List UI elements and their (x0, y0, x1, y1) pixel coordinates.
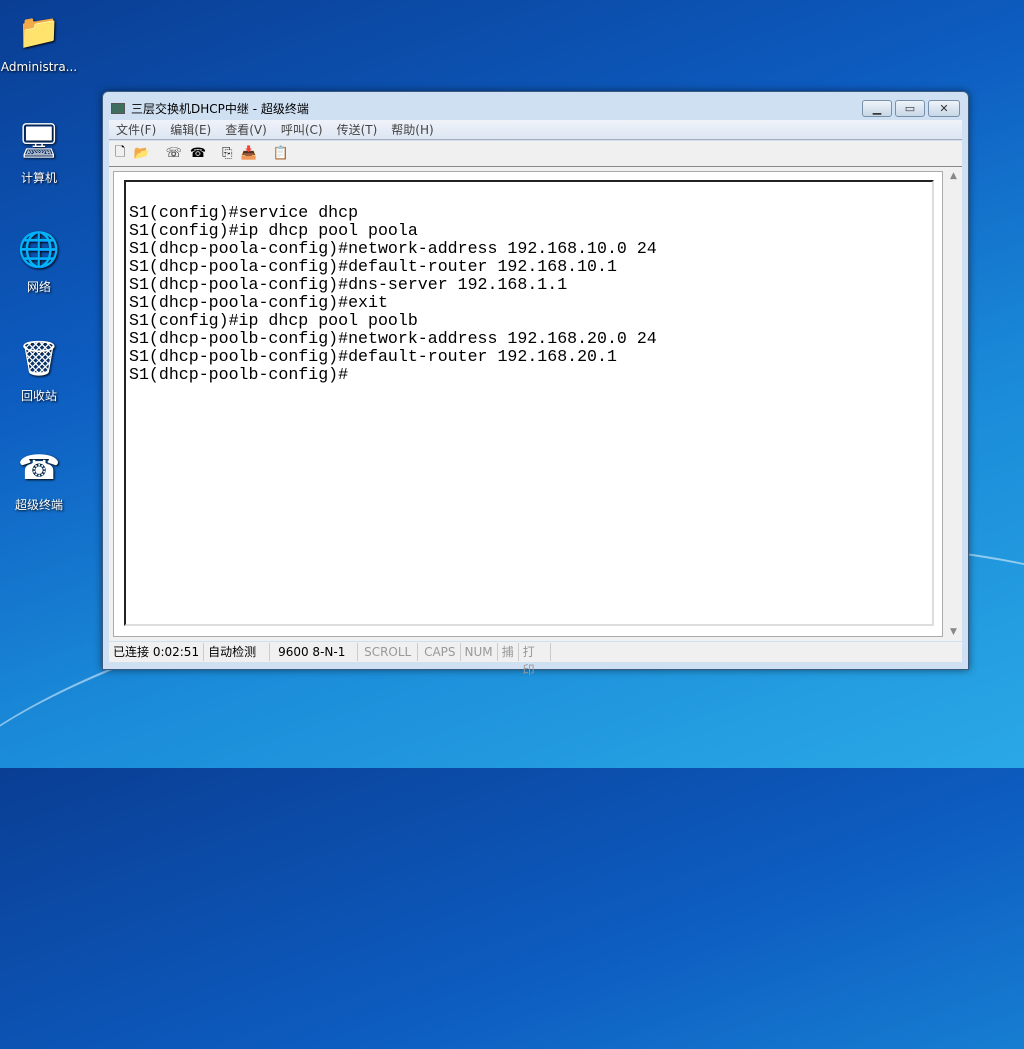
new-icon[interactable]: 🗋 (115, 143, 125, 165)
status-connected: 已连接 0:02:51 (109, 643, 205, 661)
desktop-icon[interactable]: 🖥 计算机 (0, 117, 78, 186)
window-title: 三层交换机DHCP中继 - 超级终端 (131, 102, 309, 116)
disconnect-icon[interactable]: ☏ (166, 146, 182, 161)
recycle-bin-icon: 🗑 (17, 339, 61, 379)
status-port: 9600 8-N-1 (270, 643, 359, 661)
desktop-icon-label: 回收站 (20, 389, 57, 403)
menu-call[interactable]: 呼叫(C) (274, 121, 330, 138)
close-button[interactable]: ✕ (928, 100, 960, 117)
terminal-line: S1(dhcp-poola-config)#network-address 19… (129, 239, 657, 258)
user-folder-icon: 📁 (17, 12, 61, 52)
minimize-button[interactable]: ▁ (862, 100, 892, 117)
open-icon[interactable]: 📂 (133, 146, 149, 161)
terminal-output[interactable]: S1(config)#service dhcp S1(config)#ip dhc… (124, 180, 934, 626)
network-icon: 🌐 (17, 230, 61, 270)
menu-view[interactable]: 查看(V) (218, 121, 274, 138)
status-print: 打印 (519, 643, 551, 677)
computer-icon: 🖥 (17, 121, 61, 161)
toolbar: 🗋 📂 ☏ ☎ ⎘ 📥 📋 (109, 141, 962, 166)
terminal-line: S1(dhcp-poolb-config)#network-address 19… (129, 329, 657, 348)
status-detect: 自动检测 (204, 643, 271, 661)
scroll-up-icon[interactable]: ▲ (945, 171, 962, 181)
menu-bar: 文件(F) 编辑(E) 查看(V) 呼叫(C) 传送(T) 帮助(H) (109, 120, 962, 140)
hyperterminal-icon: ☎ (17, 448, 61, 488)
maximize-button[interactable]: ▭ (895, 100, 925, 117)
hyperterminal-window: 三层交换机DHCP中继 - 超级终端 ▁ ▭ ✕ 文件(F) 编辑(E) 查看(… (102, 91, 969, 677)
status-num: NUM (461, 643, 498, 661)
terminal-line: S1(dhcp-poolb-config)#default-router 192… (129, 347, 617, 366)
terminal-line: S1(dhcp-poola-config)#default-router 192… (129, 257, 617, 276)
menu-help[interactable]: 帮助(H) (384, 121, 440, 138)
status-scroll: SCROLL (358, 643, 419, 661)
desktop-icon[interactable]: 📁 Administra... (0, 8, 78, 74)
menu-edit[interactable]: 编辑(E) (163, 121, 218, 138)
terminal-line: S1(dhcp-poola-config)#dns-server 192.168… (129, 275, 568, 294)
terminal-line: S1(config)#service dhcp (129, 203, 359, 222)
status-bar: 已连接 0:02:51 自动检测 9600 8-N-1 SCROLL CAPS … (109, 642, 962, 677)
call-icon[interactable]: ☎ (190, 146, 206, 161)
menu-file[interactable]: 文件(F) (109, 121, 163, 138)
desktop-icon-label: Administra... (0, 60, 78, 74)
title-bar: 三层交换机DHCP中继 - 超级终端 (111, 100, 309, 117)
scroll-down-icon[interactable]: ▼ (945, 627, 962, 637)
desktop-icon-label: 计算机 (20, 171, 57, 185)
terminal-line: S1(config)#ip dhcp pool poolb (129, 311, 418, 330)
status-capture: 捕 (498, 643, 519, 661)
desktop-icon-label: 网络 (26, 280, 51, 294)
status-caps: CAPS (418, 643, 461, 661)
terminal-line: S1(config)#ip dhcp pool poola (129, 221, 418, 240)
desktop-icon[interactable]: 🗑 回收站 (0, 335, 78, 404)
desktop-icon-label: 超级终端 (14, 498, 63, 512)
app-icon (111, 103, 125, 114)
terminal-line: S1(dhcp-poolb-config)# (129, 365, 349, 384)
receive-icon[interactable]: 📥 (241, 146, 257, 161)
properties-icon[interactable]: 📋 (273, 146, 289, 161)
send-icon[interactable]: ⎘ (222, 146, 232, 161)
vertical-scrollbar[interactable]: ▲ ▼ (945, 171, 962, 637)
menu-transfer[interactable]: 传送(T) (330, 121, 385, 138)
terminal-line: S1(dhcp-poola-config)#exit (129, 293, 388, 312)
desktop-icon[interactable]: ☎ 超级终端 (0, 444, 78, 513)
desktop-icon[interactable]: 🌐 网络 (0, 226, 78, 295)
